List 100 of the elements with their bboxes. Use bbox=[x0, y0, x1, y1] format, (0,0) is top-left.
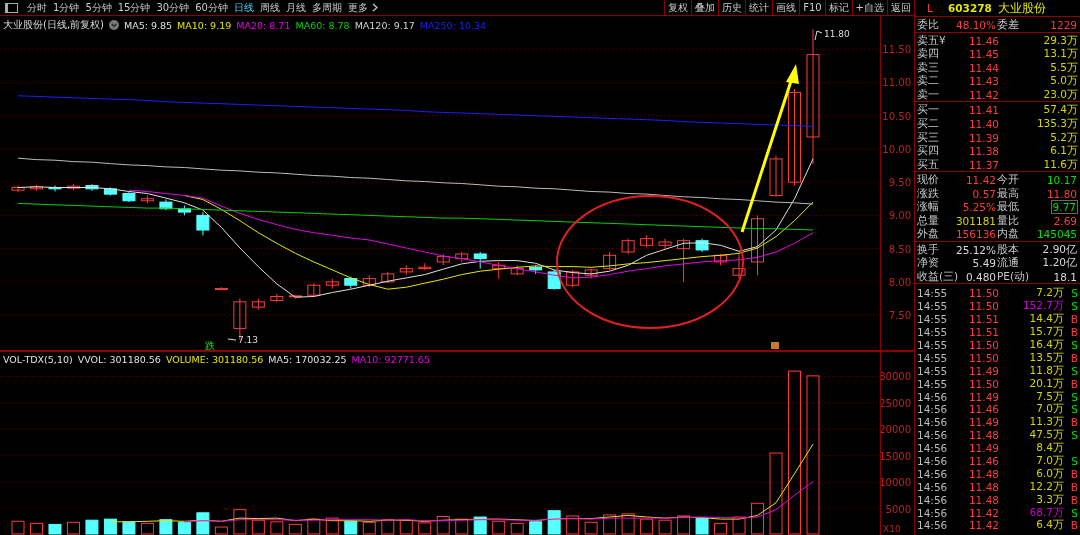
order-price: 11.46 bbox=[967, 34, 999, 47]
axis-label: 30000 bbox=[879, 371, 911, 383]
toolbar-button[interactable]: 统计 bbox=[745, 0, 773, 15]
period-tab[interactable]: 5分钟 bbox=[82, 0, 115, 15]
trade-time: 14:55 bbox=[917, 326, 949, 339]
indicator-value: MA10: 9.19 bbox=[177, 19, 232, 31]
trade-price: 11.46 bbox=[967, 403, 999, 416]
toolbar-button[interactable]: F10 bbox=[799, 0, 825, 15]
trade-price: 11.50 bbox=[967, 377, 999, 390]
candlestick bbox=[288, 294, 302, 299]
trade-time: 14:56 bbox=[917, 480, 949, 493]
trade-price: 11.49 bbox=[967, 442, 999, 455]
field-label: 外盘 bbox=[917, 227, 940, 242]
trade-side: B bbox=[1069, 519, 1078, 532]
candlestick bbox=[677, 238, 691, 283]
trade-volume: 12.2万 bbox=[1028, 479, 1064, 494]
period-tab[interactable]: 多周期 bbox=[308, 0, 345, 15]
candlestick bbox=[270, 293, 284, 303]
candlestick bbox=[418, 262, 432, 271]
candlestick bbox=[11, 185, 25, 193]
volume-bar bbox=[362, 521, 376, 535]
trade-price: 11.46 bbox=[967, 455, 999, 467]
order-price: 11.41 bbox=[967, 104, 999, 117]
field-value: 5.49 bbox=[971, 257, 997, 270]
period-tab[interactable]: 30分钟 bbox=[153, 0, 193, 15]
volume-bar bbox=[288, 523, 302, 535]
candlestick bbox=[455, 251, 469, 263]
order-level-label: 卖二 bbox=[917, 74, 940, 89]
toolbar-button[interactable]: 画线 bbox=[772, 0, 800, 15]
field-value: 0.57 bbox=[971, 187, 997, 200]
volume-bar bbox=[270, 521, 284, 535]
trade-side: B bbox=[1069, 377, 1078, 390]
order-level-label: 买二 bbox=[917, 117, 940, 132]
indicator-value: MA20: 8.71 bbox=[236, 19, 291, 31]
field-value: 11.42 bbox=[964, 174, 997, 187]
trade-time: 14:55 bbox=[917, 287, 949, 300]
trade-price: 11.51 bbox=[967, 326, 999, 339]
volume-bar bbox=[196, 512, 210, 535]
period-tab[interactable]: 15分钟 bbox=[114, 0, 154, 15]
candlestick bbox=[251, 298, 265, 311]
candlestick bbox=[603, 251, 617, 271]
trade-price: 11.48 bbox=[967, 467, 999, 480]
axis-label: 5000 bbox=[885, 503, 911, 515]
volume-bar bbox=[492, 520, 506, 535]
trade-price: 11.48 bbox=[967, 429, 999, 442]
trade-time: 14:55 bbox=[917, 339, 949, 351]
trade-side: S bbox=[1070, 390, 1078, 403]
trade-volume: 152.7万 bbox=[1021, 299, 1064, 313]
trade-price: 11.50 bbox=[967, 287, 999, 300]
toolbar-button[interactable]: 复权 bbox=[664, 0, 692, 15]
trade-volume: 14.4万 bbox=[1028, 312, 1064, 326]
trade-side: B bbox=[1069, 313, 1078, 326]
toolbar-button[interactable]: 返回 bbox=[887, 0, 914, 15]
candlestick bbox=[529, 264, 543, 275]
axis-label: 10.50 bbox=[882, 110, 911, 122]
period-tab[interactable]: 分时 bbox=[24, 0, 50, 15]
field-label: 内盘 bbox=[997, 227, 1020, 242]
period-tab[interactable]: 日线 bbox=[230, 0, 257, 15]
order-volume: 29.3万 bbox=[1042, 33, 1078, 48]
period-tab[interactable]: 周线 bbox=[256, 0, 283, 15]
period-tab[interactable]: 60分钟 bbox=[192, 0, 231, 15]
panel-toggle-icon[interactable] bbox=[5, 2, 18, 13]
candlestick bbox=[510, 264, 524, 276]
axis-label: 7.50 bbox=[888, 310, 911, 322]
field-label: 股本 bbox=[997, 242, 1020, 257]
candlestick bbox=[30, 184, 43, 192]
volume-bar bbox=[214, 526, 228, 535]
axis-label: 8.50 bbox=[888, 243, 911, 255]
period-tab[interactable]: 更多 bbox=[344, 0, 371, 15]
dropdown-circle-icon[interactable] bbox=[109, 20, 119, 30]
toolbar-button[interactable]: 历史 bbox=[718, 0, 746, 15]
field-value: 25.12% bbox=[954, 243, 997, 256]
trade-volume: 68.7万 bbox=[1028, 505, 1064, 519]
candlestick bbox=[714, 253, 728, 266]
volume-bar bbox=[584, 521, 598, 535]
toolbar-button[interactable]: 标记 bbox=[824, 0, 852, 15]
toolbar-button[interactable]: +自选 bbox=[851, 0, 887, 15]
trade-price: 11.48 bbox=[967, 493, 999, 506]
field-label: 涨跌 bbox=[917, 186, 940, 201]
axis-label: 25000 bbox=[879, 397, 911, 409]
volume-bar bbox=[48, 523, 62, 535]
volume-bar bbox=[732, 516, 746, 535]
field-label: 换手 bbox=[917, 242, 940, 257]
order-level-label: 买五 bbox=[917, 157, 940, 172]
period-tab[interactable]: 1分钟 bbox=[50, 0, 83, 15]
toolbar-button[interactable]: 叠加 bbox=[691, 0, 719, 15]
chevron-right-icon[interactable] bbox=[371, 3, 378, 12]
trade-time: 14:55 bbox=[917, 351, 949, 364]
order-level-label: 买一 bbox=[917, 103, 940, 118]
order-volume: 57.4万 bbox=[1042, 103, 1078, 118]
candlestick bbox=[344, 276, 358, 289]
candlestick bbox=[640, 234, 654, 248]
marker-icon bbox=[771, 342, 779, 349]
volume-bar bbox=[566, 515, 580, 535]
axis-label: 9.50 bbox=[888, 177, 911, 189]
trade-volume: 8.4万 bbox=[1035, 441, 1064, 455]
period-tab[interactable]: 月线 bbox=[282, 0, 309, 15]
volume-bar bbox=[751, 502, 765, 535]
order-price: 11.37 bbox=[967, 158, 999, 171]
volume-bar bbox=[251, 519, 265, 535]
